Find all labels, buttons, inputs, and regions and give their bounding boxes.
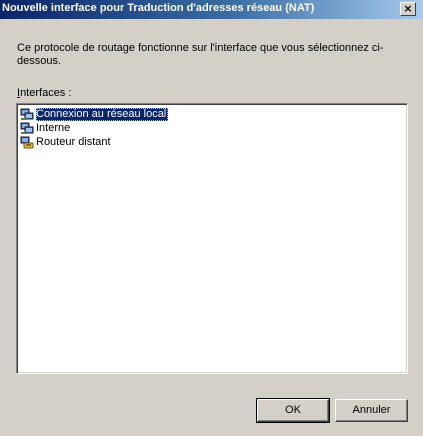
title-bar[interactable]: Nouvelle interface pour Traduction d'adr…	[0, 0, 423, 19]
list-item-label: Connexion au réseau local	[36, 107, 169, 121]
list-item-interne[interactable]: Interne	[20, 121, 72, 135]
ok-button[interactable]: OK	[256, 398, 330, 423]
description-text: Ce protocole de routage fonctionne sur l…	[17, 42, 384, 67]
dial-up-router-icon	[20, 136, 34, 149]
network-connection-icon	[20, 122, 34, 135]
list-item-routeur-distant[interactable]: Routeur distant	[20, 135, 113, 149]
interfaces-label: Interfaces :	[17, 87, 71, 99]
list-item-connexion-reseau-local[interactable]: Connexion au réseau local	[20, 107, 169, 121]
list-item-label: Interne	[36, 121, 71, 134]
network-connection-icon	[20, 108, 34, 121]
interfaces-listbox[interactable]: Connexion au réseau local Interne Routeu…	[16, 103, 408, 374]
close-icon: ×	[403, 2, 413, 15]
list-item-label: Routeur distant	[36, 135, 111, 148]
window-title: Nouvelle interface pour Traduction d'adr…	[2, 2, 315, 14]
close-button[interactable]: ×	[400, 2, 416, 16]
interfaces-label-rest: nterfaces :	[20, 87, 72, 99]
cancel-button[interactable]: Annuler	[335, 399, 408, 422]
